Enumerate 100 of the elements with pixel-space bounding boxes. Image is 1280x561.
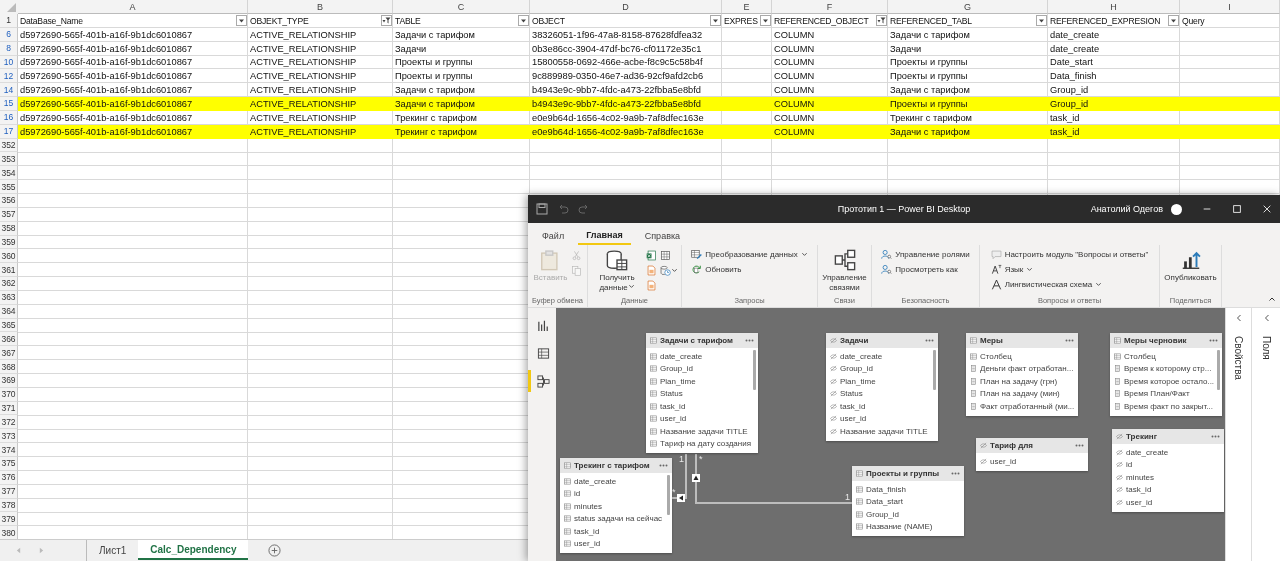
row-number[interactable]: 362 — [0, 277, 18, 291]
field-name[interactable]: id — [574, 489, 581, 499]
field-name[interactable]: user_id — [660, 414, 687, 424]
field-name[interactable]: Название задачи TITLE — [840, 426, 928, 436]
field-name[interactable]: user_id — [1126, 497, 1153, 507]
field-name[interactable]: date_create — [1126, 447, 1169, 457]
field-name[interactable]: task_id — [1126, 485, 1152, 495]
row-number[interactable]: 372 — [0, 415, 18, 430]
ribbon-button[interactable]: Управление связями — [821, 248, 868, 294]
field-name[interactable]: Plan_time — [840, 376, 876, 386]
row-number[interactable]: 380 — [0, 526, 18, 541]
scrollbar[interactable] — [667, 475, 670, 515]
dropdown-icon[interactable] — [1168, 15, 1179, 27]
field-name[interactable]: minutes — [1126, 472, 1154, 482]
field-name[interactable]: Время которое остало... — [1124, 376, 1215, 386]
expand-icon[interactable] — [1262, 314, 1271, 322]
more-icon[interactable] — [1075, 444, 1084, 447]
field-name[interactable]: Время факт по закрыт... — [1124, 401, 1214, 411]
sheet-tab[interactable]: Лист1 — [87, 540, 139, 560]
field-name[interactable]: status задачи на сейчас — [574, 514, 663, 524]
field-name[interactable]: user_id — [574, 539, 601, 549]
maximize-icon[interactable] — [1232, 204, 1242, 214]
row-number[interactable]: 379 — [0, 512, 18, 527]
field-name[interactable]: Название задачи TITLE — [660, 426, 748, 436]
row-number[interactable]: 15 — [0, 97, 18, 111]
field-name[interactable]: Время к которому стр... — [1124, 364, 1212, 374]
row-number[interactable]: 1 — [0, 14, 18, 28]
field-name[interactable]: Факт отработанный (ми... — [980, 401, 1075, 411]
pane-title[interactable]: Свойства — [1233, 336, 1244, 380]
field-name[interactable]: Group_id — [866, 509, 899, 519]
table-card[interactable]: Трекинг с тарифом date_create id minutes status задачи на сейчас task_id user_id — [560, 458, 672, 553]
field-name[interactable]: user_id — [840, 414, 867, 424]
field-name[interactable]: Plan_time — [660, 376, 696, 386]
dropdown-icon[interactable] — [236, 15, 247, 27]
sheet-tab[interactable]: Calc_Dependency — [138, 540, 249, 560]
dropdown-icon[interactable] — [710, 15, 721, 27]
expand-icon[interactable] — [1234, 314, 1243, 322]
field-name[interactable]: Group_id — [840, 364, 873, 374]
field-name[interactable]: task_id — [660, 401, 686, 411]
dropdown-icon[interactable] — [1036, 15, 1047, 27]
field-name[interactable]: Data_start — [866, 497, 903, 507]
ribbon-tab[interactable]: Файл — [534, 227, 573, 245]
scrollbar[interactable] — [753, 350, 756, 390]
ribbon-button[interactable]: Язык — [989, 263, 1035, 276]
pane-title[interactable]: Поля — [1261, 336, 1272, 360]
scrollbar[interactable] — [933, 350, 936, 390]
field-name[interactable]: date_create — [660, 351, 703, 361]
ribbon-button[interactable]: Опубликовать — [1163, 248, 1218, 284]
close-icon[interactable] — [1262, 204, 1272, 214]
relationship-line[interactable] — [695, 453, 853, 504]
table-card[interactable]: Меры Столбец Деньги факт отработан... План на задачу (грн) План на задачу (мин) Факт отработанный (ми... — [966, 333, 1078, 416]
ribbon-tab[interactable]: Главная — [578, 227, 631, 245]
dropdown-icon[interactable] — [760, 15, 771, 27]
relationship-line[interactable] — [669, 453, 687, 499]
more-icon[interactable] — [659, 464, 668, 467]
row-number[interactable]: 375 — [0, 457, 18, 471]
redo-icon[interactable] — [578, 203, 590, 215]
user-name[interactable]: Анатолий Одегов — [1090, 204, 1163, 214]
field-name[interactable]: Group_id — [660, 364, 693, 374]
field-name[interactable]: Столбец — [1124, 351, 1156, 361]
row-number[interactable]: 374 — [0, 443, 18, 457]
table-card[interactable]: Проекты и группы Data_finish Data_start Group_id Название (NAME) — [852, 466, 964, 536]
row-number[interactable]: 354 — [0, 166, 18, 181]
field-name[interactable]: user_id — [990, 456, 1017, 466]
row-number[interactable]: 373 — [0, 429, 18, 444]
table-card[interactable]: Меры черновик Столбец Время к которому стр... Время которое остало... Время План/Факт Время факт по закрыт... — [1110, 333, 1222, 416]
field-name[interactable]: Status — [840, 389, 863, 399]
row-number[interactable]: 368 — [0, 360, 18, 374]
field-name[interactable]: План на задачу (мин) — [980, 389, 1060, 399]
ribbon-button[interactable]: Настроить модуль "Вопросы и ответы" — [989, 248, 1150, 261]
field-name[interactable]: Data_finish — [866, 484, 907, 494]
field-name[interactable]: Название (NAME) — [866, 522, 933, 532]
more-icon[interactable] — [745, 339, 754, 342]
filter-icon[interactable] — [876, 15, 887, 27]
field-name[interactable]: date_create — [574, 476, 617, 486]
icon-button[interactable] — [660, 263, 678, 277]
dropdown-icon[interactable] — [518, 15, 529, 27]
row-number[interactable]: 367 — [0, 346, 18, 361]
icon-button[interactable] — [646, 248, 657, 262]
field-name[interactable]: Столбец — [980, 351, 1012, 361]
field-name[interactable]: Status — [660, 389, 683, 399]
field-name[interactable]: Тариф на дату создания — [660, 439, 751, 449]
table-card[interactable]: Задачи date_create Group_id Plan_time Status task_id user_id Название задачи TITLE — [826, 333, 938, 441]
more-icon[interactable] — [925, 339, 934, 342]
row-number[interactable]: 353 — [0, 152, 18, 167]
field-name[interactable]: План на задачу (грн) — [980, 376, 1058, 386]
ribbon-button[interactable]: Управление ролями — [880, 248, 971, 261]
filter-icon[interactable] — [381, 15, 392, 27]
row-number[interactable]: 361 — [0, 263, 18, 278]
more-icon[interactable] — [1211, 435, 1220, 438]
more-icon[interactable] — [951, 472, 960, 475]
table-card[interactable]: Задачи с тарифом date_create Group_id Plan_time Status task_id user_id Название задачи TITLE Тариф на дату создания — [646, 333, 758, 453]
row-number[interactable]: 14 — [0, 83, 18, 98]
ribbon-button[interactable]: Лингвистическая схема — [989, 278, 1104, 291]
scrollbar[interactable] — [1217, 350, 1220, 390]
field-name[interactable]: id — [1126, 460, 1133, 470]
field-name[interactable]: date_create — [840, 351, 883, 361]
more-icon[interactable] — [1065, 339, 1074, 342]
ribbon-button[interactable]: Просмотреть как — [880, 263, 959, 276]
ribbon-button[interactable]: Получить данные — [591, 248, 643, 294]
